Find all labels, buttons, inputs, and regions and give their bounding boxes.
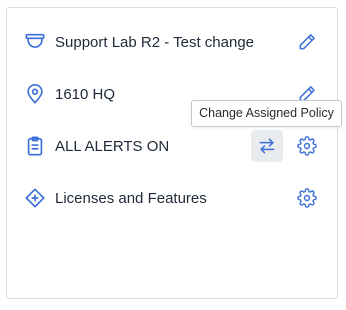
policy-settings-button[interactable] xyxy=(293,132,321,160)
device-name-label: Support Lab R2 - Test change xyxy=(55,34,255,51)
edit-device-name-button[interactable] xyxy=(293,28,321,56)
change-policy-button[interactable] xyxy=(251,130,283,162)
gear-icon xyxy=(297,188,317,208)
device-info-card: Support Lab R2 - Test change 1610 HQ ALL… xyxy=(6,7,338,299)
change-policy-tooltip: Change Assigned Policy xyxy=(191,100,342,127)
location-label: 1610 HQ xyxy=(55,86,116,103)
diamond-plus-icon xyxy=(24,187,46,209)
licenses-label: Licenses and Features xyxy=(55,190,207,207)
row-policy: ALL ALERTS ON xyxy=(7,129,337,165)
pencil-icon xyxy=(299,34,315,50)
camera-dome-icon xyxy=(24,31,46,53)
row-device-name: Support Lab R2 - Test change xyxy=(7,25,337,61)
policy-label: ALL ALERTS ON xyxy=(55,138,170,155)
clipboard-icon xyxy=(24,135,46,157)
row-licenses: Licenses and Features xyxy=(7,181,337,217)
swap-arrows-icon xyxy=(259,138,275,154)
gear-icon xyxy=(297,136,317,156)
licenses-settings-button[interactable] xyxy=(293,184,321,212)
map-pin-icon xyxy=(24,83,46,105)
